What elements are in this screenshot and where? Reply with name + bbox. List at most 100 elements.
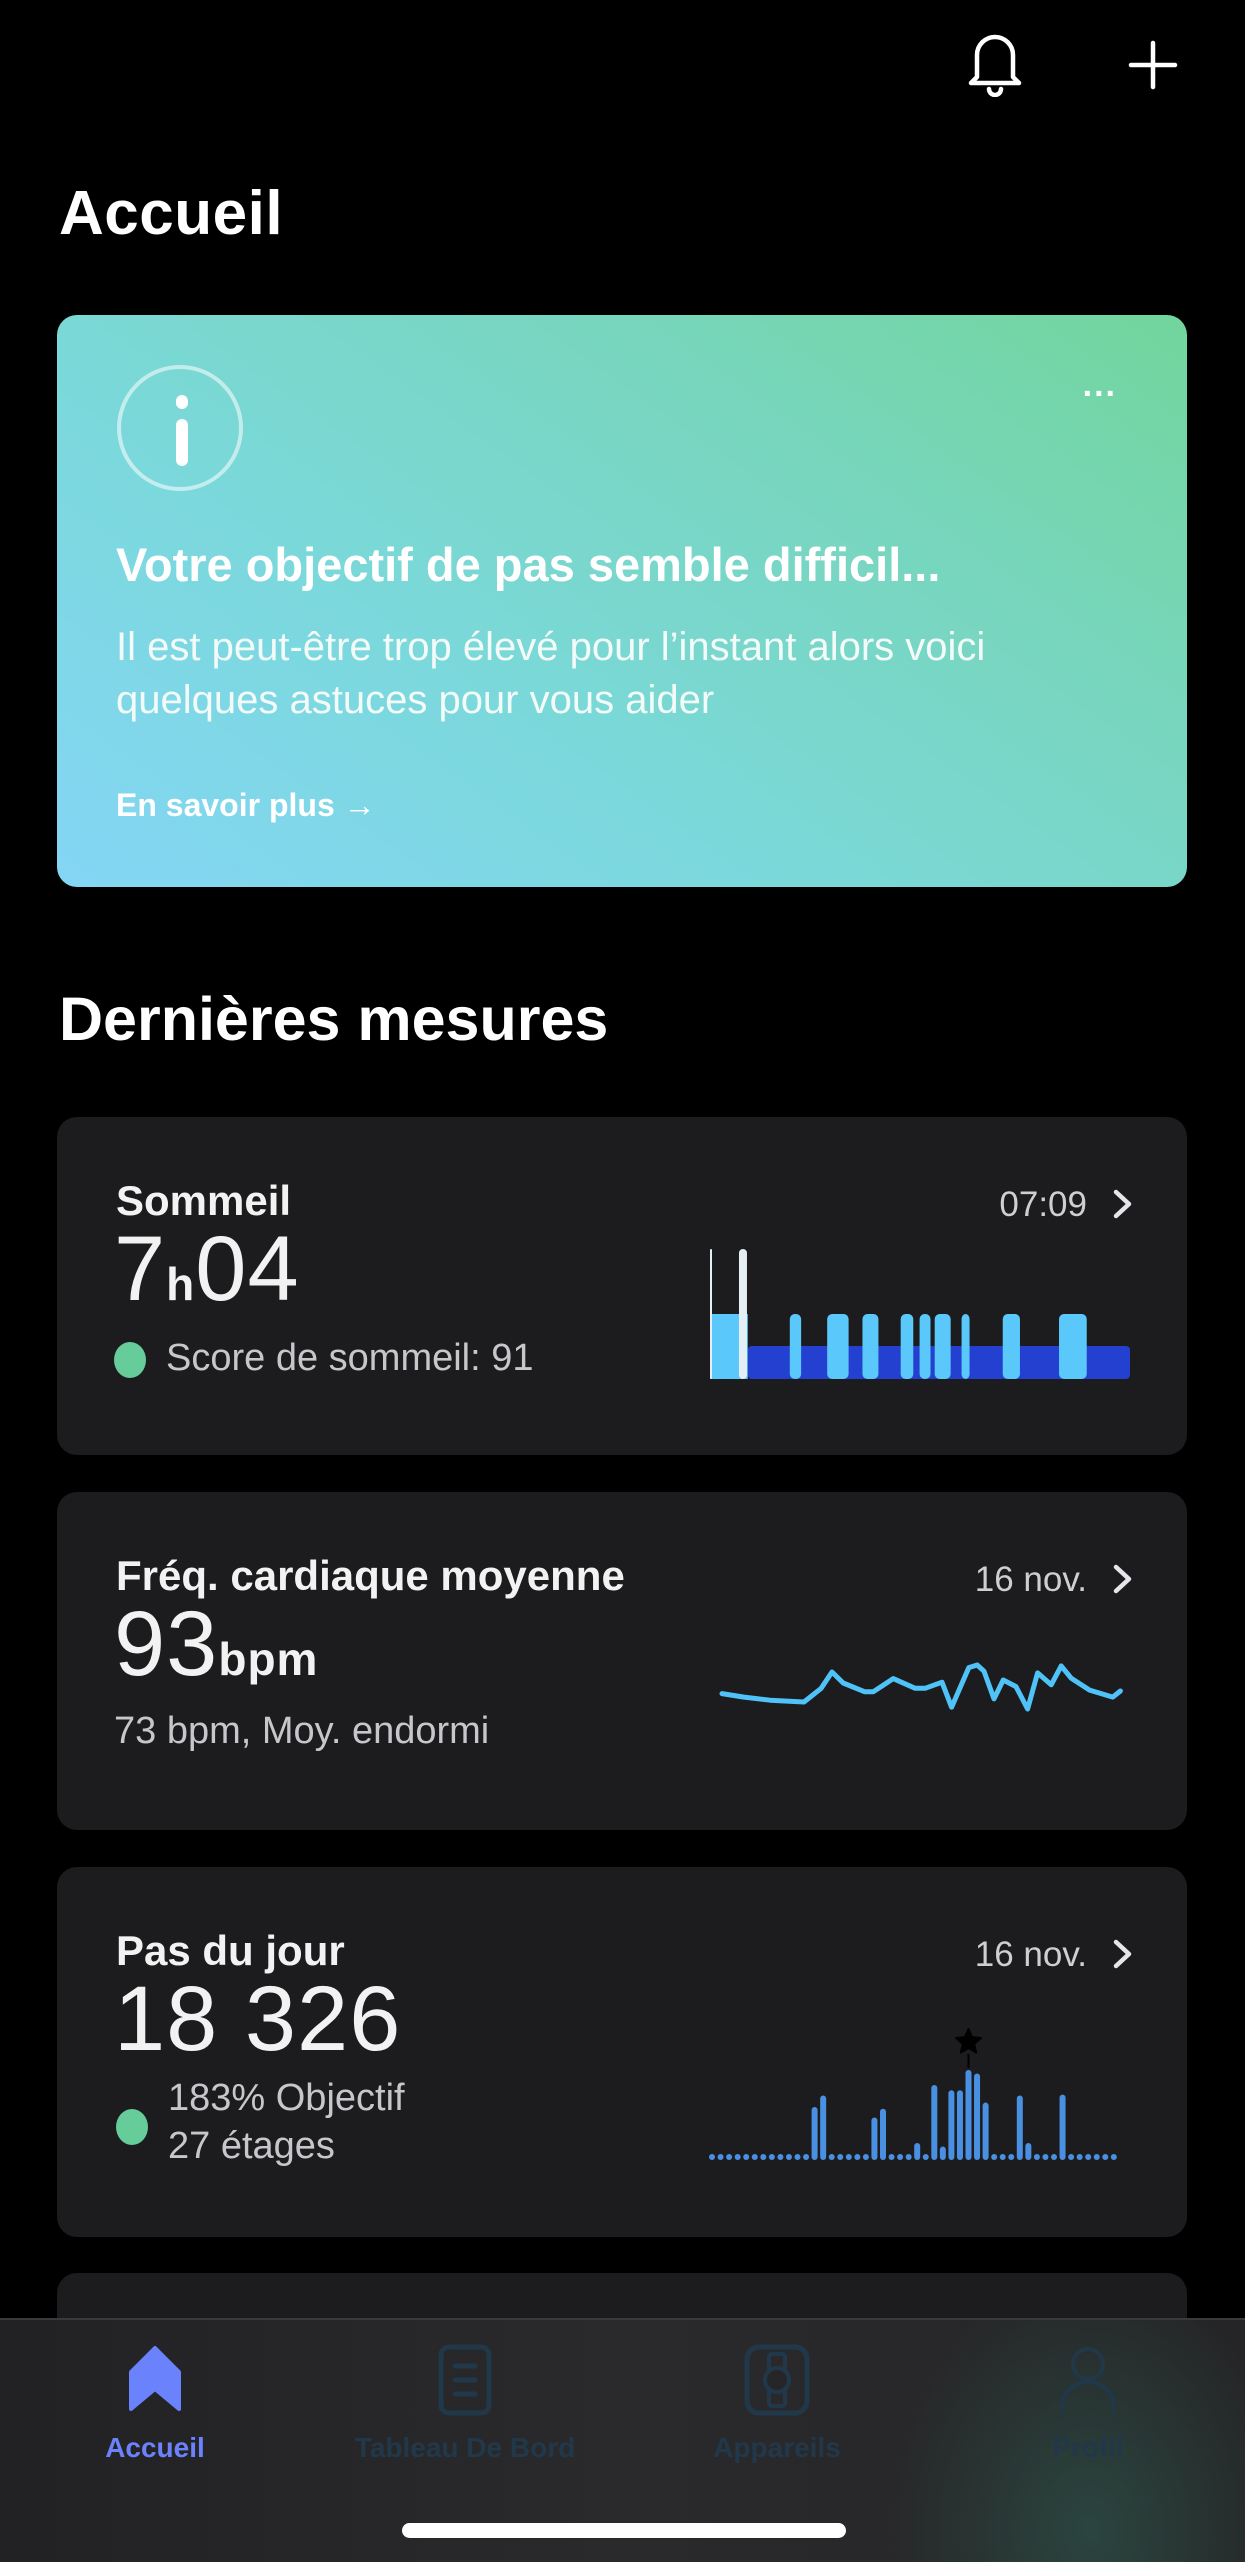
step-dot bbox=[717, 2154, 724, 2160]
light-sleep-bar bbox=[919, 1314, 931, 1379]
light-sleep-bar bbox=[789, 1314, 802, 1379]
step-dot bbox=[709, 2154, 715, 2160]
status-dot bbox=[114, 1341, 146, 1378]
step-dot bbox=[768, 2154, 775, 2160]
step-bar bbox=[871, 2117, 878, 2160]
step-bar bbox=[1025, 2143, 1032, 2160]
step-dot bbox=[1102, 2154, 1109, 2160]
light-sleep-bar bbox=[827, 1314, 849, 1379]
heart-rate-chart bbox=[719, 1662, 1123, 1712]
step-dot bbox=[760, 2154, 767, 2160]
step-dot bbox=[888, 2154, 895, 2160]
step-bar bbox=[880, 2108, 886, 2160]
light-sleep-bar bbox=[900, 1314, 914, 1379]
step-dot bbox=[1076, 2154, 1083, 2160]
step-dot bbox=[837, 2154, 844, 2160]
heart-rate-line bbox=[719, 1662, 1123, 1712]
light-sleep-bar bbox=[1002, 1314, 1020, 1379]
light-sleep-bar bbox=[961, 1314, 970, 1379]
info-icon bbox=[117, 365, 243, 491]
steps-floors: 27 étages bbox=[168, 2125, 335, 2167]
step-dot bbox=[1085, 2154, 1092, 2160]
light-sleep-bar bbox=[862, 1314, 879, 1379]
light-sleep-bar bbox=[934, 1314, 951, 1379]
light-sleep-bar bbox=[1059, 1314, 1087, 1379]
step-dot bbox=[1051, 2154, 1057, 2160]
banner-title: Votre objectif de pas semble difficil... bbox=[116, 538, 941, 591]
step-dot bbox=[1068, 2154, 1075, 2160]
sleep-duration: 7h04 bbox=[114, 1218, 300, 1320]
sleep-score: Score de sommeil: 91 bbox=[114, 1337, 534, 1380]
step-dot bbox=[726, 2154, 733, 2160]
steps-date: 16 nov. bbox=[974, 1935, 1087, 1974]
step-dot bbox=[854, 2154, 861, 2160]
step-bar bbox=[939, 2146, 946, 2160]
profile-icon bbox=[1048, 2340, 1128, 2420]
step-dot bbox=[845, 2154, 852, 2160]
chevron-right-icon[interactable] bbox=[1111, 1187, 1135, 1221]
status-dot bbox=[116, 2109, 148, 2145]
tip-banner[interactable]: ... Votre objectif de pas semble diffici… bbox=[57, 315, 1187, 887]
step-dot bbox=[905, 2154, 912, 2160]
step-bar bbox=[948, 2090, 955, 2160]
page-title: Accueil bbox=[59, 179, 284, 248]
step-bar bbox=[965, 2070, 972, 2160]
nav-item-dashboard[interactable]: Tableau De Bord bbox=[315, 2340, 615, 2464]
chevron-right-icon[interactable] bbox=[1111, 1937, 1135, 1971]
more-options-button[interactable]: ... bbox=[1083, 368, 1117, 402]
awake-marker bbox=[738, 1249, 747, 1379]
step-dot bbox=[999, 2154, 1006, 2160]
step-bar bbox=[1016, 2095, 1023, 2160]
home-icon bbox=[115, 2340, 195, 2420]
step-dot bbox=[897, 2154, 904, 2160]
step-dot bbox=[991, 2154, 998, 2160]
steps-chart bbox=[709, 2028, 1117, 2160]
heart-date: 16 nov. bbox=[974, 1560, 1087, 1599]
bell-icon[interactable] bbox=[960, 30, 1030, 100]
heart-sub: 73 bpm, Moy. endormi bbox=[114, 1710, 490, 1752]
nav-item-devices[interactable]: Appareils bbox=[627, 2340, 927, 2464]
step-bar bbox=[931, 2084, 938, 2160]
step-bar bbox=[1059, 2094, 1066, 2160]
steps-value: 18 326 bbox=[114, 1968, 402, 2070]
step-bar bbox=[982, 2102, 989, 2160]
step-dot bbox=[1110, 2154, 1117, 2160]
awake-marker bbox=[710, 1249, 712, 1379]
step-dot bbox=[743, 2154, 750, 2160]
step-dot bbox=[794, 2154, 801, 2160]
step-dot bbox=[803, 2154, 810, 2160]
step-dot bbox=[922, 2154, 929, 2160]
step-dot bbox=[785, 2154, 792, 2160]
step-dot bbox=[751, 2154, 758, 2160]
step-dot bbox=[1008, 2154, 1015, 2160]
step-dot bbox=[1033, 2154, 1040, 2160]
heart-rate-card[interactable]: Fréq. cardiaque moyenne 16 nov. 93bpm 73… bbox=[57, 1492, 1187, 1830]
sleep-chart bbox=[710, 1249, 1130, 1379]
step-dot bbox=[862, 2154, 869, 2160]
step-bar bbox=[956, 2090, 963, 2160]
sleep-card[interactable]: Sommeil 07:09 7h04 Score de sommeil: 91 bbox=[57, 1117, 1187, 1455]
learn-more-link[interactable]: En savoir plus → bbox=[116, 787, 376, 824]
home-indicator bbox=[402, 2523, 846, 2538]
step-dot bbox=[1042, 2154, 1049, 2160]
section-title: Dernières mesures bbox=[59, 985, 609, 1053]
step-dot bbox=[1093, 2154, 1100, 2160]
step-bar bbox=[974, 2073, 981, 2160]
chevron-right-icon[interactable] bbox=[1111, 1562, 1135, 1596]
step-bar bbox=[914, 2143, 921, 2160]
sleep-time: 07:09 bbox=[999, 1185, 1087, 1224]
nav-item-profile[interactable]: Profil bbox=[938, 2340, 1238, 2464]
nav-item-accueil[interactable]: Accueil bbox=[5, 2340, 305, 2464]
step-dot bbox=[777, 2154, 784, 2160]
steps-card[interactable]: Pas du jour 16 nov. 18 326 183% Objectif… bbox=[57, 1867, 1187, 2237]
dashboard-icon bbox=[425, 2340, 505, 2420]
star-icon bbox=[955, 2028, 982, 2054]
step-bar bbox=[811, 2106, 818, 2160]
plus-icon[interactable] bbox=[1118, 30, 1188, 100]
step-dot bbox=[828, 2154, 835, 2160]
heart-value: 93bpm bbox=[114, 1593, 319, 1695]
step-bar bbox=[820, 2095, 827, 2160]
watch-icon bbox=[737, 2340, 817, 2420]
banner-body: Il est peut-être trop élevé pour l’insta… bbox=[116, 625, 986, 722]
step-dot bbox=[734, 2154, 741, 2160]
